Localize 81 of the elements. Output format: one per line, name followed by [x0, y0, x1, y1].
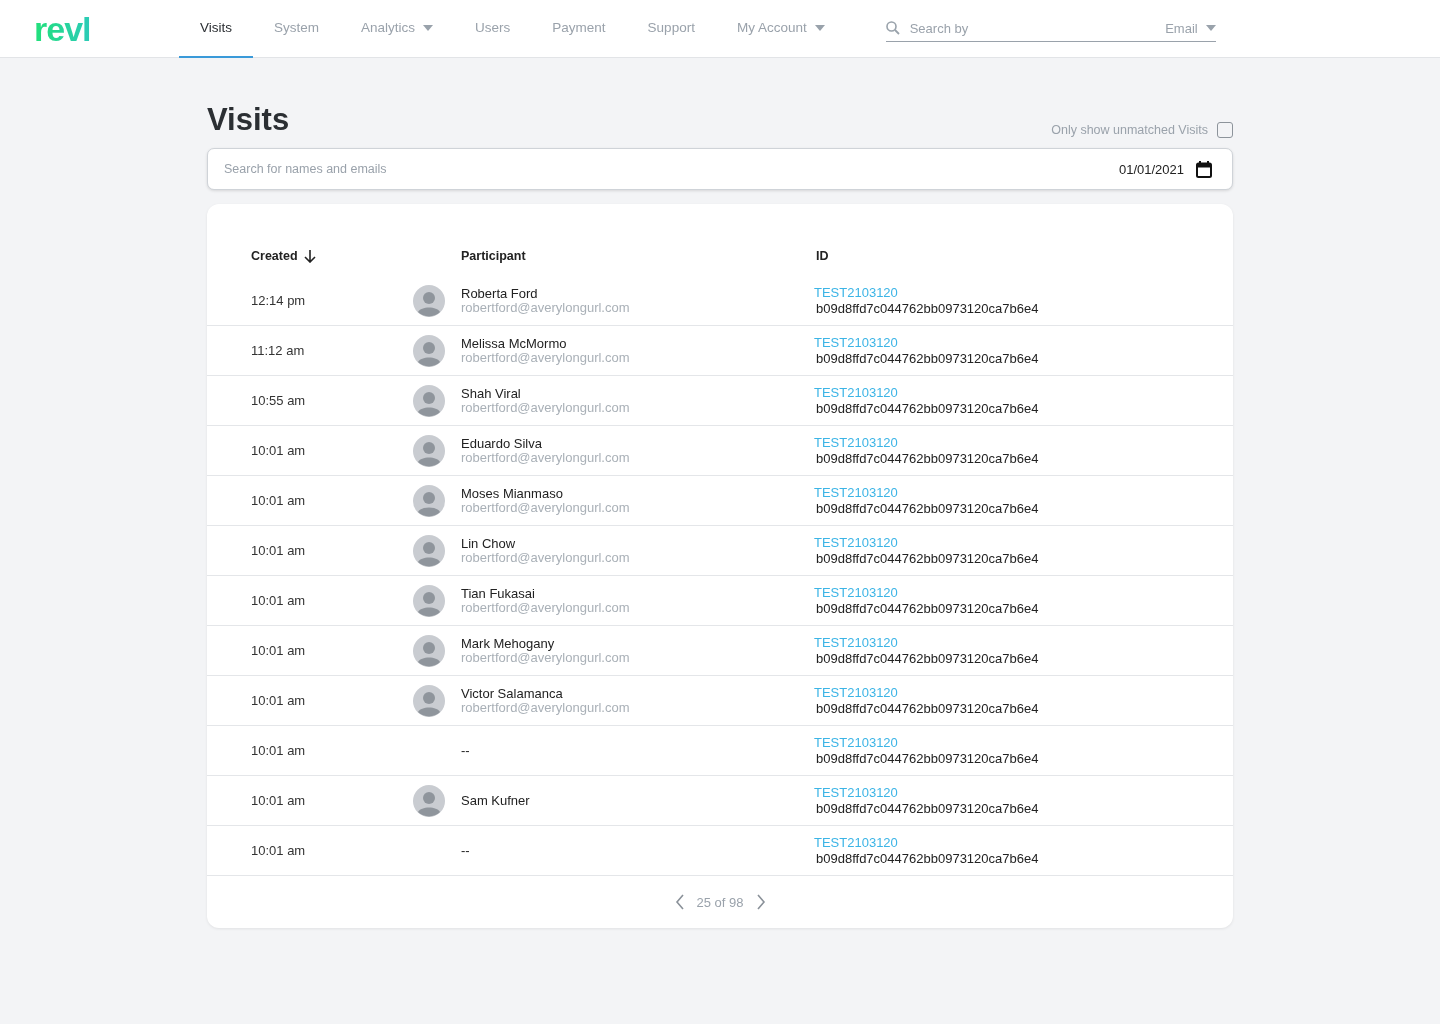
- test-id-link[interactable]: TEST2103120: [814, 384, 898, 401]
- test-id-link[interactable]: TEST2103120: [814, 784, 898, 801]
- created-time: 10:01 am: [250, 493, 307, 508]
- participant-name: Eduardo Silva: [461, 436, 543, 451]
- created-time: 10:01 am: [250, 793, 307, 808]
- search-icon: [885, 21, 900, 35]
- sort-arrow-icon: [303, 249, 316, 263]
- search-field[interactable]: Search by Email: [885, 15, 1216, 42]
- participant-name: Mark Mehogany: [461, 636, 556, 651]
- column-header: Participant: [461, 249, 527, 263]
- participant-email: robertford@averylongurl.com: [461, 701, 631, 715]
- participant-name: Tian Fukasai: [461, 586, 536, 601]
- participant-email: robertford@averylongurl.com: [461, 451, 631, 465]
- created-time: 10:01 am: [250, 543, 307, 558]
- visit-hash: b09d8ffd7c044762bb0973120ca7b6e4: [816, 850, 1040, 867]
- test-id-link[interactable]: TEST2103120: [814, 284, 898, 301]
- test-id-link[interactable]: TEST2103120: [814, 834, 898, 851]
- created-time: 10:01 am: [250, 693, 307, 708]
- page-title: Visits: [207, 102, 290, 138]
- test-id-link[interactable]: TEST2103120: [814, 434, 898, 451]
- nav-tab[interactable]: System: [253, 0, 341, 58]
- participant-name: --: [461, 743, 471, 758]
- search-field[interactable]: Search for names and emails 01/01/2021: [207, 148, 1233, 190]
- test-id-link[interactable]: TEST2103120: [814, 334, 898, 351]
- caret-icon: [1205, 25, 1216, 31]
- created-time: 10:55 am: [250, 393, 307, 408]
- calendar-icon[interactable]: [1196, 160, 1212, 178]
- visit-hash: b09d8ffd7c044762bb0973120ca7b6e4: [816, 600, 1040, 617]
- visit-hash: b09d8ffd7c044762bb0973120ca7b6e4: [816, 450, 1040, 467]
- participant-name: Lin Chow: [461, 536, 517, 551]
- created-time: 12:14 pm: [250, 293, 307, 308]
- test-id-link[interactable]: TEST2103120: [814, 734, 898, 751]
- test-id-link[interactable]: TEST2103120: [814, 634, 898, 651]
- checkbox[interactable]: [1217, 122, 1233, 138]
- participant-name: --: [461, 843, 471, 858]
- nav-tab[interactable]: Payment: [531, 0, 627, 58]
- filter-label: Only show unmatched Visits: [1051, 123, 1208, 137]
- test-id-link[interactable]: TEST2103120: [814, 534, 898, 551]
- visit-hash: b09d8ffd7c044762bb0973120ca7b6e4: [816, 300, 1040, 317]
- participant-name: Shah Viral: [461, 386, 522, 401]
- nav-tab[interactable]: Visits: [179, 0, 253, 58]
- participant-email: robertford@averylongurl.com: [461, 501, 631, 515]
- participant-name: Roberta Ford: [461, 286, 539, 301]
- date-value[interactable]: 01/01/2021: [1118, 161, 1184, 177]
- visit-hash: b09d8ffd7c044762bb0973120ca7b6e4: [816, 700, 1040, 717]
- visit-hash: b09d8ffd7c044762bb0973120ca7b6e4: [816, 650, 1040, 667]
- participant-name: Melissa McMormo: [461, 336, 568, 351]
- column-header[interactable]: Created: [207, 249, 413, 263]
- created-time: 11:12 am: [250, 343, 306, 358]
- participant-email: robertford@averylongurl.com: [461, 401, 631, 415]
- visit-hash: b09d8ffd7c044762bb0973120ca7b6e4: [816, 750, 1040, 767]
- created-time: 10:01 am: [250, 443, 307, 458]
- visit-hash: b09d8ffd7c044762bb0973120ca7b6e4: [816, 400, 1040, 417]
- participant-email: robertford@averylongurl.com: [461, 651, 631, 665]
- nav-tab[interactable]: Users: [454, 0, 532, 58]
- participant-name: Victor Salamanca: [461, 686, 564, 701]
- visit-hash: b09d8ffd7c044762bb0973120ca7b6e4: [816, 350, 1040, 367]
- visit-hash: b09d8ffd7c044762bb0973120ca7b6e4: [816, 800, 1040, 817]
- page-count: 25 of 98: [696, 894, 744, 910]
- next-page-icon[interactable]: [755, 894, 766, 910]
- created-time: 10:01 am: [250, 743, 307, 758]
- test-id-link[interactable]: TEST2103120: [814, 584, 898, 601]
- created-time: 10:01 am: [250, 593, 307, 608]
- created-time: 10:01 am: [250, 843, 307, 858]
- nav-tab[interactable]: My Account: [715, 0, 846, 58]
- visit-hash: b09d8ffd7c044762bb0973120ca7b6e4: [816, 550, 1040, 567]
- participant-email: robertford@averylongurl.com: [461, 551, 631, 565]
- previous-page-icon[interactable]: [674, 894, 685, 910]
- field-dropdown[interactable]: Email: [1165, 20, 1216, 36]
- nav-tab[interactable]: Analytics: [340, 0, 455, 58]
- visit-hash: b09d8ffd7c044762bb0973120ca7b6e4: [816, 500, 1040, 517]
- created-time: 10:01 am: [250, 643, 307, 658]
- participant-name: Moses Mianmaso: [461, 486, 564, 501]
- test-id-link[interactable]: TEST2103120: [814, 684, 898, 701]
- test-id-link[interactable]: TEST2103120: [814, 484, 898, 501]
- participant-name: Sam Kufner: [461, 793, 531, 808]
- participant-email: robertford@averylongurl.com: [461, 301, 631, 315]
- nav-tab[interactable]: Support: [626, 0, 716, 58]
- participant-email: robertford@averylongurl.com: [461, 351, 631, 365]
- participant-email: robertford@averylongurl.com: [461, 601, 631, 615]
- column-header: ID: [816, 249, 830, 263]
